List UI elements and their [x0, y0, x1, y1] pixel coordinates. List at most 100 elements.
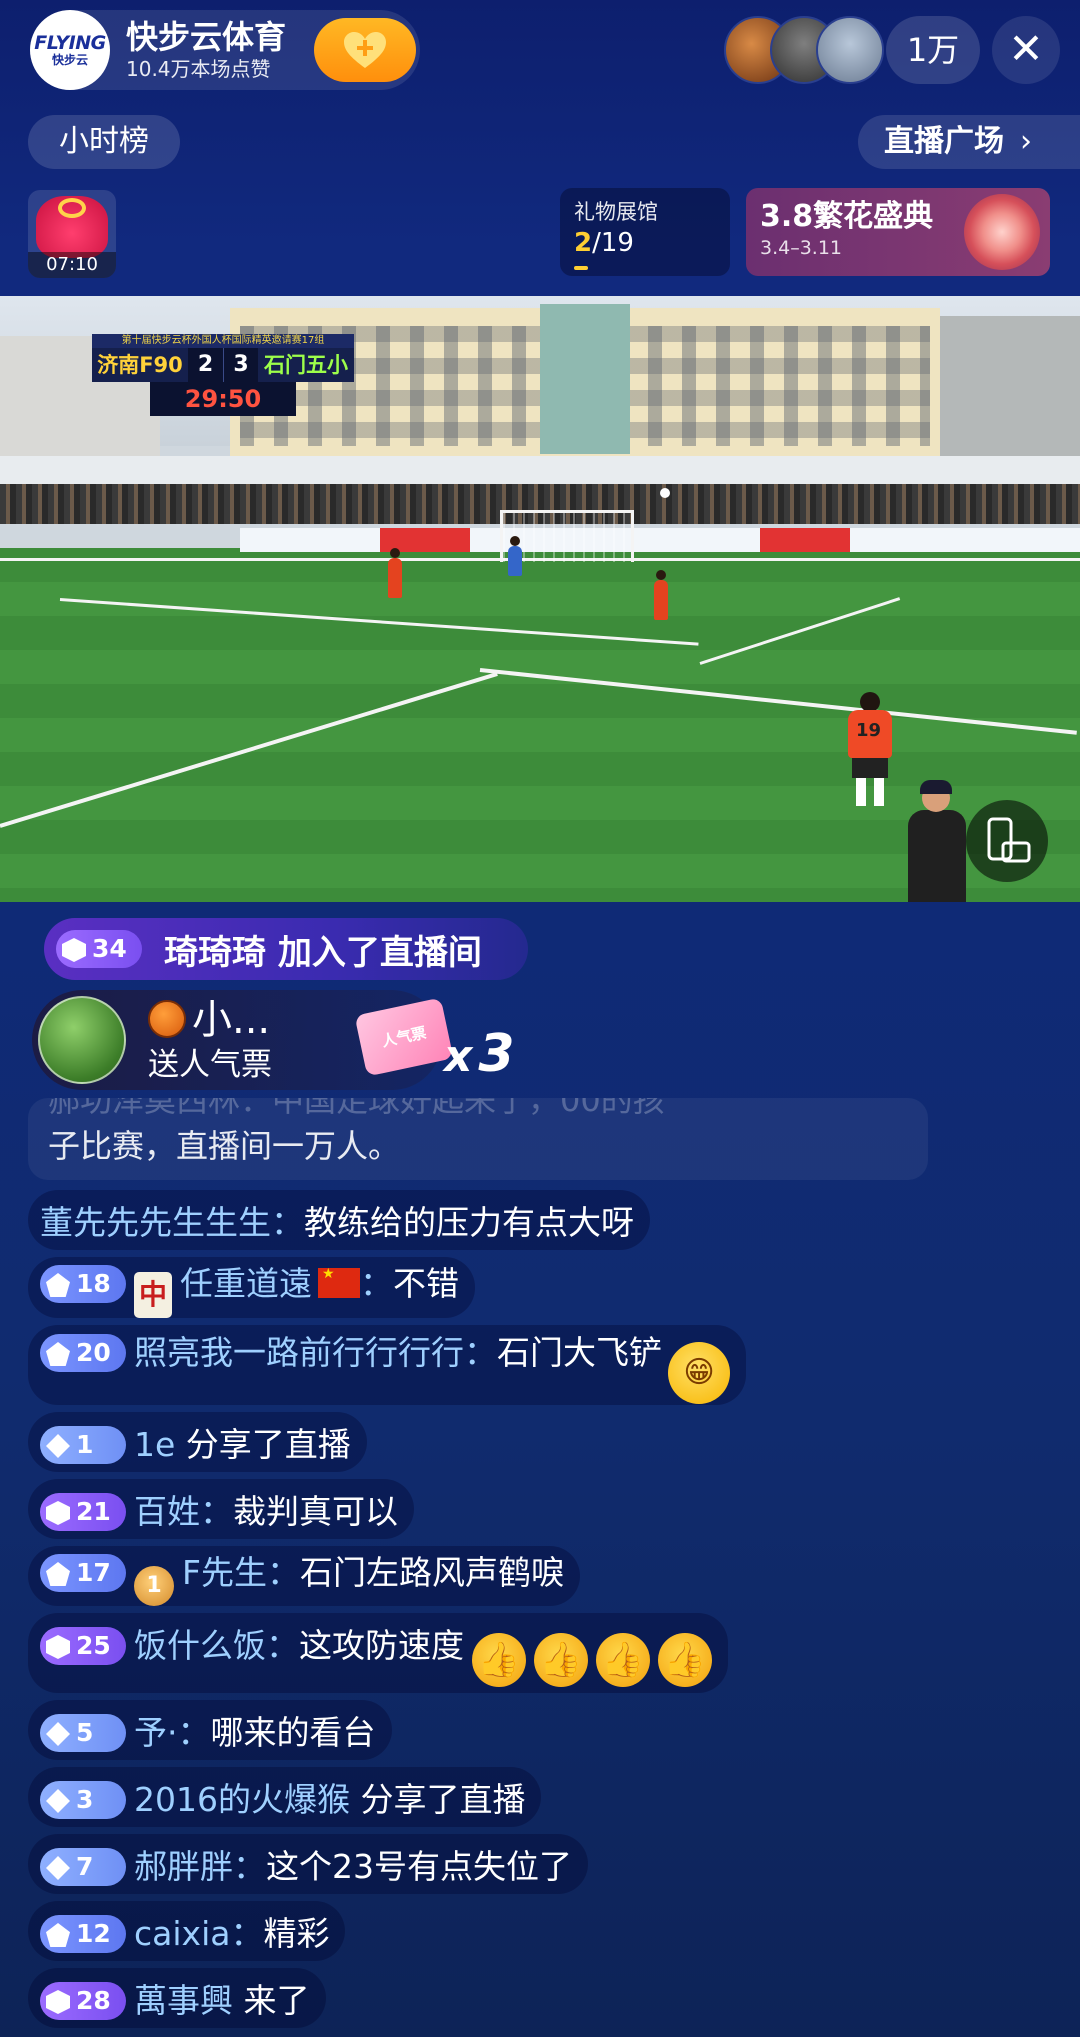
- level-badge: 3: [40, 1781, 126, 1819]
- username[interactable]: 百姓：: [134, 1492, 233, 1531]
- level-number: 21: [76, 1497, 111, 1526]
- coach: [904, 780, 970, 902]
- level-badge: 21: [40, 1493, 126, 1531]
- rotate-screen-icon: [987, 817, 1031, 863]
- level-badge: 17: [40, 1554, 126, 1592]
- username[interactable]: 予·：: [134, 1713, 211, 1752]
- chat-message[interactable]: 董先先先生生生：教练给的压力有点大呀: [28, 1190, 650, 1250]
- username[interactable]: 郝胖胖：: [134, 1847, 266, 1886]
- gem-icon: [46, 1789, 70, 1813]
- chat-message-content: 28 萬事興 来了: [40, 1968, 310, 2028]
- top-bar: FLYING 快步云 快步云体育 10.4万本场点赞 1万 ✕: [0, 0, 1080, 100]
- medal-icon: 1: [134, 1566, 174, 1606]
- gift-count: x3: [444, 1024, 515, 1084]
- message-text: 不错: [393, 1264, 459, 1303]
- chat-text: 子比赛，直播间一万人。: [48, 1127, 401, 1165]
- username[interactable]: caixia：: [134, 1914, 263, 1953]
- close-icon: ✕: [1008, 24, 1044, 73]
- gem-icon: [46, 1501, 70, 1525]
- player: [654, 570, 668, 620]
- message-text: 石门左路风声鹤唳: [299, 1553, 564, 1592]
- player: [388, 548, 402, 598]
- chat-message[interactable]: 20 照亮我一路前行行行行：石门大飞铲😁: [28, 1325, 746, 1405]
- username[interactable]: 萬事興: [134, 1981, 244, 2020]
- username[interactable]: 任重道遠: [180, 1264, 312, 1303]
- chat-message-content: 董先先先生生生：教练给的压力有点大呀: [40, 1190, 634, 1250]
- chat-message[interactable]: 28 萬事興 来了: [28, 1968, 326, 2028]
- chat-message[interactable]: 7 郝胖胖：这个23号有点失位了: [28, 1834, 588, 1894]
- chat-message[interactable]: 5 予·：哪来的看台: [28, 1700, 392, 1760]
- follow-button[interactable]: [314, 18, 416, 82]
- scoreboard: 第十届快步云杯外国人杯国际精英邀请赛17组 济南F90 2 3 石门五小 29:…: [92, 334, 354, 424]
- chat-message-content: 3 2016的火爆猴 分享了直播: [40, 1767, 525, 1827]
- player-19: 19: [848, 692, 892, 806]
- chat-list[interactable]: 董先先先生生生：教练给的压力有点大呀 18 中任重道遠 ：不错 20 照亮我一路前行行行行…: [28, 1190, 1028, 2035]
- audience-avatar[interactable]: [816, 16, 884, 84]
- logo-subtext: 快步云: [51, 53, 88, 67]
- player-number: 19: [856, 720, 882, 741]
- popularity-ticket-icon: 人气票: [354, 997, 454, 1077]
- level-number: 12: [76, 1919, 111, 1948]
- username[interactable]: F先生：: [182, 1553, 300, 1592]
- scoreboard-event: 第十届快步云杯外国人杯国际精英邀请赛17组: [92, 334, 354, 348]
- level-number: 28: [76, 1986, 111, 2015]
- audience-avatars[interactable]: [724, 16, 884, 84]
- chat-message-content: 18 中任重道遠 ：不错: [40, 1257, 459, 1318]
- message-text: 裁判真可以: [233, 1492, 398, 1531]
- username[interactable]: 2016的火爆猴: [134, 1780, 360, 1819]
- gem-icon: [46, 1722, 70, 1746]
- gift-hall-button[interactable]: 礼物展馆 2/19: [560, 188, 730, 276]
- username[interactable]: 照亮我一路前行行行行：: [134, 1333, 497, 1372]
- close-button[interactable]: ✕: [992, 16, 1060, 84]
- chat-message[interactable]: 3 2016的火爆猴 分享了直播: [28, 1767, 542, 1827]
- home-score: 2: [188, 348, 223, 382]
- festival-banner[interactable]: 3.8繁花盛典 3.4–3.11: [746, 188, 1050, 276]
- level-badge: 1: [40, 1426, 126, 1464]
- username[interactable]: 饭什么饭：: [134, 1626, 299, 1665]
- hourly-rank-button[interactable]: 小时榜: [28, 115, 180, 169]
- likes-count: 10.4万本场点赞: [126, 57, 271, 81]
- live-plaza-button[interactable]: 直播广场 ›: [858, 115, 1080, 169]
- basketball-icon: [148, 1000, 186, 1038]
- chat-message-content: 12 caixia：精彩: [40, 1901, 329, 1961]
- chat-message-content: 21 百姓：裁判真可以: [40, 1479, 398, 1539]
- level-number: 1: [76, 1430, 94, 1459]
- gift-hall-progress: 2/19: [574, 228, 634, 258]
- chat-message-partial: 郝功泽莫西林：中国足球好起来了，00的孩 子比赛，直播间一万人。: [28, 1098, 928, 1180]
- red-packet-button[interactable]: 07:10: [28, 190, 116, 278]
- gifter-avatar[interactable]: [38, 996, 126, 1084]
- gem-icon: [46, 1990, 70, 2014]
- viewer-count[interactable]: 1万: [886, 16, 980, 84]
- gifter-name-row: 小...: [148, 996, 270, 1044]
- host-avatar[interactable]: FLYING 快步云: [30, 10, 110, 90]
- gift-notification[interactable]: 小... 送人气票 人气票: [32, 990, 454, 1090]
- separator: ：: [360, 1264, 393, 1303]
- logo-text: FLYING: [34, 32, 106, 54]
- chat-message[interactable]: 25 饭什么饭：这攻防速度 👍 👍 👍 👍: [28, 1613, 728, 1693]
- chat-message[interactable]: 18 中任重道遠 ：不错: [28, 1257, 475, 1318]
- chat-message[interactable]: 1 1e 分享了直播: [28, 1412, 367, 1472]
- message-text: 石门大飞铲: [497, 1333, 662, 1372]
- username[interactable]: 董先先先生生生：: [40, 1203, 304, 1242]
- rotate-screen-button[interactable]: [966, 800, 1048, 882]
- match-clock: 29:50: [150, 382, 296, 416]
- gem-icon: [46, 1342, 70, 1366]
- message-text: 这个23号有点失位了: [266, 1847, 572, 1886]
- host-info[interactable]: FLYING 快步云 快步云体育 10.4万本场点赞: [30, 10, 420, 90]
- message-text: 这攻防速度: [299, 1626, 464, 1665]
- live-video[interactable]: 19 第十届快步云杯外国人杯国际精英邀请赛17组 济南F90 2 3 石门五小 …: [0, 296, 1080, 902]
- gem-icon: [46, 1562, 70, 1586]
- chat-message-content: 25 饭什么饭：这攻防速度 👍 👍 👍 👍: [40, 1613, 712, 1693]
- away-team: 石门五小: [264, 353, 348, 377]
- scoreboard-teams: 济南F90 2 3 石门五小: [92, 348, 354, 382]
- gem-icon: [46, 1273, 70, 1297]
- gem-icon: [46, 1923, 70, 1947]
- chat-message[interactable]: 21 百姓：裁判真可以: [28, 1479, 414, 1539]
- username[interactable]: 1e: [134, 1425, 186, 1464]
- chat-message[interactable]: 17 1 F先生：石门左路风声鹤唳: [28, 1546, 580, 1606]
- goalkeeper: [508, 536, 522, 576]
- chat-message-content: 1 1e 分享了直播: [40, 1412, 351, 1472]
- chat-message[interactable]: 12 caixia：精彩: [28, 1901, 346, 1961]
- chat-message-content: 20 照亮我一路前行行行行：石门大飞铲😁: [40, 1325, 730, 1405]
- gem-icon: [62, 938, 86, 962]
